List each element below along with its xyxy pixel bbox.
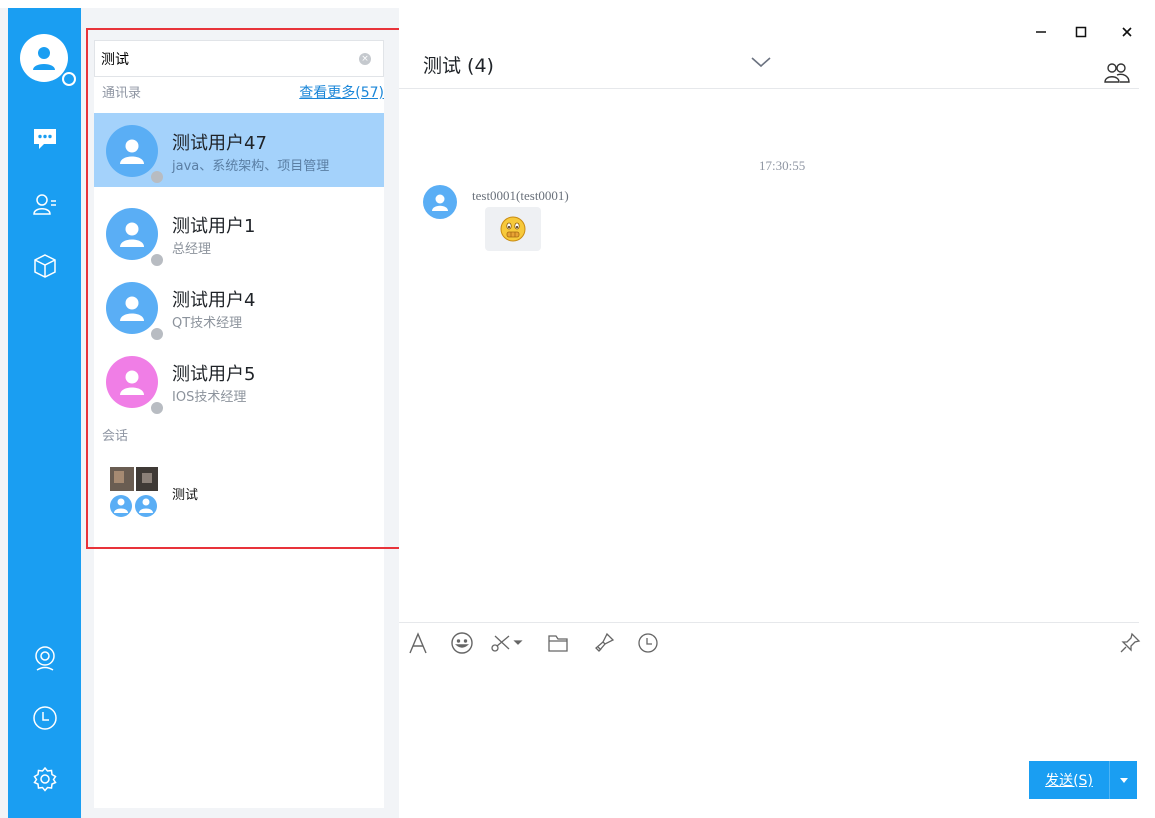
caret-down-icon — [1119, 778, 1128, 783]
message-timestamp: 17:30:55 — [759, 158, 806, 173]
contacts-icon[interactable] — [30, 190, 60, 220]
person-icon — [120, 296, 144, 321]
chevron-down-icon[interactable] — [749, 52, 773, 72]
send-options-dropdown[interactable] — [1109, 761, 1137, 799]
history-clock-icon[interactable] — [635, 630, 661, 656]
history-clock-icon[interactable] — [30, 703, 60, 733]
person-icon — [432, 194, 448, 211]
contact-avatar — [106, 125, 158, 177]
title-strip — [0, 0, 1155, 8]
offline-status-dot — [149, 169, 165, 185]
contact-description: IOS技术经理 — [172, 390, 247, 405]
contact-avatar — [106, 282, 158, 334]
person-icon — [33, 47, 55, 70]
contact-result[interactable]: 测试用户4 QT技术经理 — [94, 270, 384, 344]
minimize-icon[interactable] — [1029, 20, 1053, 44]
contact-description: 总经理 — [172, 242, 212, 257]
search-box: × — [94, 40, 384, 77]
settings-gear-icon[interactable] — [30, 764, 60, 794]
search-results-panel: × 通讯录 查看更多(57) 测试用户47 java、系统架构、项目管理 — [94, 40, 384, 808]
contact-result[interactable]: 测试用户47 java、系统架构、项目管理 — [94, 113, 384, 187]
person-icon — [120, 222, 144, 247]
app-window: × 通讯录 查看更多(57) 测试用户47 java、系统架构、项目管理 — [0, 0, 1155, 818]
contact-result[interactable]: 测试用户5 IOS技术经理 — [94, 344, 384, 418]
contact-description: QT技术经理 — [172, 316, 243, 331]
group-members-icon[interactable] — [1103, 60, 1131, 88]
my-status-indicator[interactable] — [62, 72, 76, 86]
contact-result[interactable]: 测试用户1 总经理 — [94, 196, 384, 270]
contacts-section-label: 通讯录 — [102, 86, 142, 101]
apps-cube-icon[interactable] — [30, 251, 60, 281]
chat-pane: 测试 (4) 17:30:55 test0001(test0001) 发送(S) — [399, 8, 1155, 818]
message-bubble[interactable] — [485, 207, 541, 251]
session-result[interactable]: 测试 — [94, 459, 384, 529]
person-icon — [120, 370, 144, 395]
composer-divider — [399, 622, 1139, 623]
webcam-icon[interactable] — [30, 644, 60, 674]
contact-avatar — [106, 208, 158, 260]
offline-status-dot — [149, 326, 165, 342]
sender-avatar[interactable] — [423, 185, 457, 219]
see-more-link[interactable]: 查看更多(57) — [299, 82, 384, 102]
offline-status-dot — [149, 400, 165, 416]
session-name: 测试 — [172, 488, 199, 503]
contact-avatar — [106, 356, 158, 408]
contact-description: java、系统架构、项目管理 — [172, 159, 330, 174]
search-input[interactable] — [101, 47, 351, 71]
message-sender: test0001(test0001) — [472, 188, 569, 203]
pin-icon[interactable] — [1117, 630, 1143, 656]
contact-name: 测试用户5 — [172, 364, 256, 385]
clear-search-icon[interactable]: × — [359, 53, 371, 65]
emoji-icon[interactable] — [449, 630, 475, 656]
offline-status-dot — [149, 252, 165, 268]
shush-emoji-icon — [500, 216, 526, 242]
screenshot-scissors-icon[interactable] — [489, 630, 523, 656]
contact-name: 测试用户4 — [172, 290, 256, 311]
close-icon[interactable] — [1115, 20, 1139, 44]
brush-icon[interactable] — [591, 630, 617, 656]
group-avatar — [108, 467, 160, 519]
chat-icon[interactable] — [30, 124, 60, 154]
my-avatar[interactable] — [20, 34, 68, 82]
font-icon[interactable] — [405, 630, 431, 656]
send-button-label: 发送(S) — [1045, 773, 1093, 789]
header-divider — [399, 88, 1139, 89]
send-button[interactable]: 发送(S) — [1029, 761, 1109, 799]
person-icon — [120, 139, 144, 164]
contact-name: 测试用户47 — [172, 133, 267, 154]
nav-rail — [8, 8, 81, 818]
maximize-icon[interactable] — [1069, 20, 1093, 44]
folder-icon[interactable] — [545, 630, 571, 656]
contact-name: 测试用户1 — [172, 216, 256, 237]
sessions-section-label: 会话 — [102, 429, 129, 444]
chat-title: 测试 (4) — [423, 55, 494, 77]
